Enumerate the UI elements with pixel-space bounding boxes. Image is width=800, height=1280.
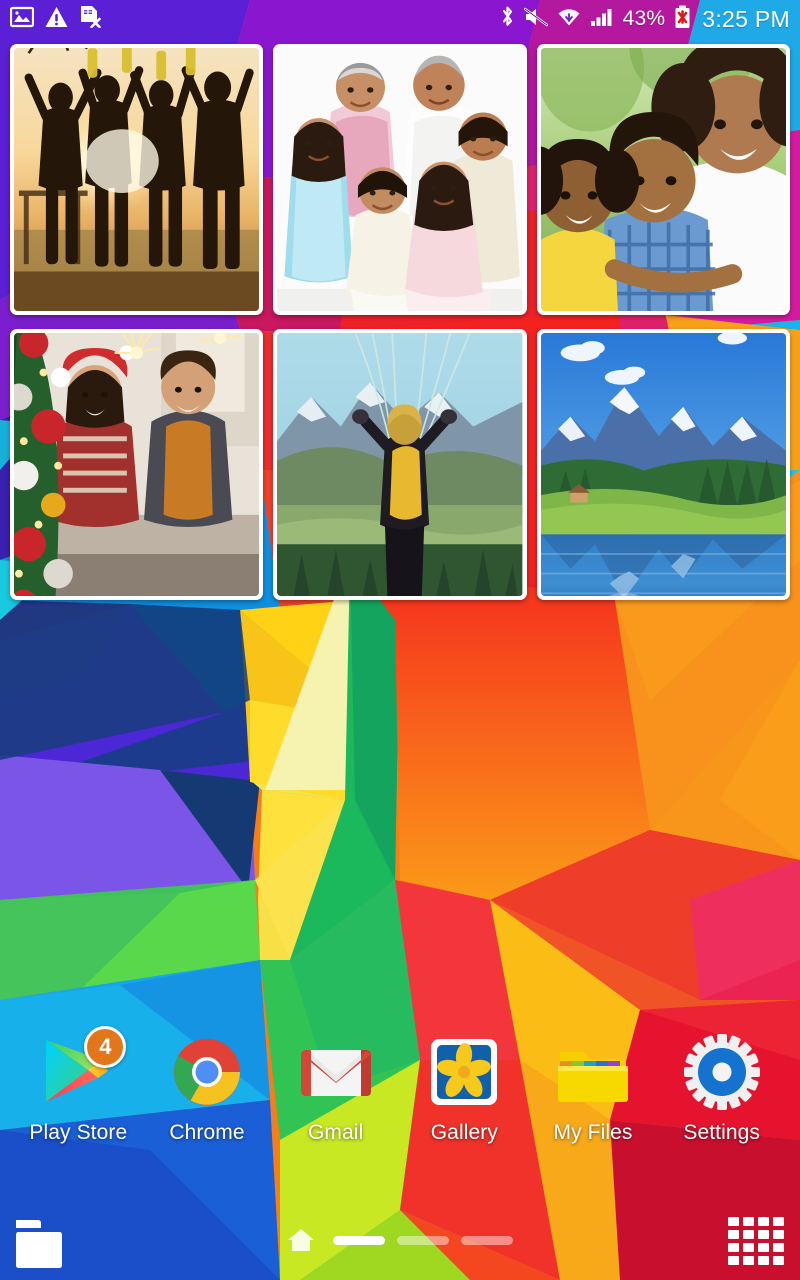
widget-photo-5[interactable] <box>273 329 527 600</box>
dock-label-play-store: Play Store <box>29 1121 128 1144</box>
status-bar-right-icons: 43% 3:25 PM <box>500 5 790 34</box>
status-bar[interactable]: 43% 3:25 PM <box>0 0 800 38</box>
play-store-icon[interactable]: 4 <box>36 1026 127 1114</box>
photo-mother-children <box>540 48 786 311</box>
bluetooth-icon <box>500 5 515 33</box>
photo-paragliding <box>277 333 523 596</box>
dock-item-gmail[interactable]: Gmail <box>271 1030 400 1145</box>
dock-label-gmail: Gmail <box>308 1121 364 1144</box>
gmail-icon[interactable] <box>294 1030 378 1114</box>
settings-icon[interactable] <box>680 1030 764 1114</box>
widget-photo-6[interactable] <box>536 329 790 600</box>
dock-item-my-files[interactable]: My Files <box>529 1030 658 1145</box>
widget-photo-2[interactable] <box>273 44 527 315</box>
dock-item-chrome[interactable]: Chrome <box>143 1030 272 1145</box>
dock-label-chrome: Chrome <box>169 1121 245 1144</box>
gallery-icon[interactable] <box>422 1030 506 1114</box>
photo-christmas-party <box>14 333 260 596</box>
dock-label-gallery: Gallery <box>430 1121 498 1144</box>
dock-item-play-store[interactable]: 4 Play Store <box>14 1026 143 1145</box>
status-bar-left-icons <box>9 5 101 33</box>
screenshot-icon <box>9 6 35 33</box>
chrome-icon[interactable] <box>165 1030 249 1114</box>
widget-photo-1[interactable] <box>10 44 264 315</box>
home-icon[interactable] <box>287 1227 315 1253</box>
dock-label-settings: Settings <box>683 1121 761 1144</box>
warning-icon <box>45 6 68 33</box>
battery-error-icon <box>674 5 691 34</box>
page-dot-1[interactable] <box>333 1235 385 1245</box>
battery-percent-label: 43% <box>622 7 666 30</box>
page-dot-2[interactable] <box>397 1235 449 1245</box>
gallery-photo-widget[interactable] <box>10 44 790 600</box>
sim-card-error-icon <box>79 5 101 33</box>
status-bar-clock: 3:25 PM <box>702 5 790 32</box>
page-indicator[interactable] <box>0 1227 800 1253</box>
dock-label-my-files: My Files <box>553 1121 633 1144</box>
dock-item-settings[interactable]: Settings <box>657 1030 786 1145</box>
wifi-icon <box>557 6 581 33</box>
widget-photo-3[interactable] <box>536 44 790 315</box>
dock-item-gallery[interactable]: Gallery <box>400 1030 529 1145</box>
app-dock[interactable]: 4 Play Store Chrome Gmail Gallery My Fil… <box>0 1026 800 1145</box>
my-files-icon[interactable] <box>551 1030 635 1114</box>
photo-indian-family <box>277 48 523 311</box>
photo-friends-sunset <box>14 48 260 311</box>
signal-icon <box>590 6 614 33</box>
app-drawer-icon[interactable] <box>726 1214 788 1270</box>
page-dot-3[interactable] <box>461 1235 513 1245</box>
widget-photo-4[interactable] <box>10 329 264 600</box>
photo-alpine-lake <box>540 333 786 596</box>
bottom-navigation-bar[interactable] <box>0 1200 800 1280</box>
mute-icon <box>523 6 548 33</box>
